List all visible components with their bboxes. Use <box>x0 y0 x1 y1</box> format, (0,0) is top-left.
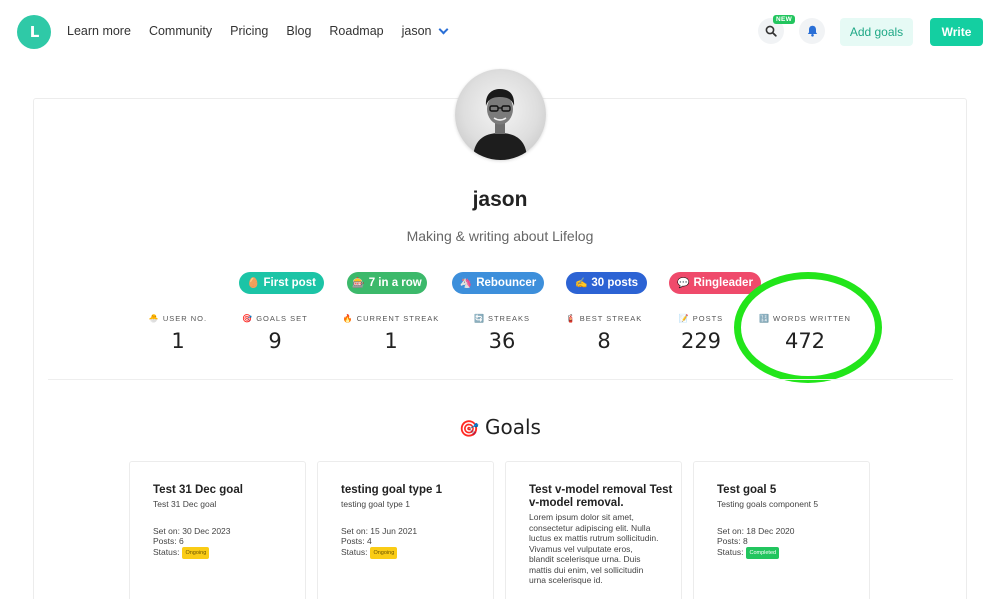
goal-set-on: Set on: 30 Dec 2023 <box>153 525 231 536</box>
highlight-circle <box>734 272 882 383</box>
goal-card[interactable]: Test 31 Dec goal Test 31 Dec goal Set on… <box>129 461 306 599</box>
stat-label: BEST STREAK <box>579 314 643 323</box>
egg-icon: 🥚 <box>247 277 260 289</box>
badge-label: Rebouncer <box>476 277 537 289</box>
nav-link-community[interactable]: Community <box>149 24 212 38</box>
goal-meta: Set on: 18 Dec 2020 Posts: 8 Status: Comp… <box>717 525 869 559</box>
writing-hand-icon: ✍️ <box>574 277 588 289</box>
goal-title: Test 31 Dec goal <box>153 484 243 496</box>
goal-card[interactable]: Test v-model removal Test v-model remova… <box>505 461 682 599</box>
badge-rebouncer[interactable]: 🦄 Rebouncer <box>452 272 544 294</box>
lifelog-logo[interactable]: L <box>17 15 51 49</box>
goal-posts: Posts: 6 <box>153 536 184 546</box>
user-menu[interactable]: jason <box>401 24 448 38</box>
goal-status-label: Status: <box>341 546 368 557</box>
stat-label: GOALS SET <box>256 314 308 323</box>
logo-icon: L <box>29 23 40 41</box>
badge-7-in-a-row[interactable]: 🎰 7 in a row <box>347 272 427 294</box>
goal-posts: Posts: 8 <box>717 536 748 546</box>
slot-machine-icon: 🎰 <box>352 277 365 289</box>
goal-meta: Set on: 30 Dec 2023 Posts: 6 Status: Ongo… <box>153 525 305 559</box>
new-badge: NEW <box>773 15 796 24</box>
badge-first-post[interactable]: 🥚 First post <box>239 272 324 294</box>
add-goals-button[interactable]: Add goals <box>840 18 913 46</box>
goal-set-on: Set on: 18 Dec 2020 <box>717 525 795 536</box>
badge-label: Ringleader <box>693 277 753 289</box>
user-menu-label: jason <box>401 24 432 38</box>
chevron-down-icon <box>438 24 448 34</box>
stat-label: POSTS <box>692 314 724 323</box>
search-icon <box>765 25 777 37</box>
stat-value: 9 <box>268 329 282 353</box>
chick-icon: 🐣 <box>148 314 160 323</box>
avatar <box>455 69 546 160</box>
repeat-icon: 🔄 <box>474 314 485 323</box>
target-icon: 🎯 <box>242 314 254 323</box>
badge-label: First post <box>263 277 316 289</box>
profile-username: jason <box>472 188 528 211</box>
goal-subtitle: Lorem ipsum dolor sit amet, consectetur … <box>529 512 659 585</box>
notifications-button[interactable] <box>799 18 825 44</box>
badge-label: 7 in a row <box>368 277 422 289</box>
nav-link-blog[interactable]: Blog <box>286 24 311 38</box>
unicorn-icon: 🦄 <box>459 277 473 289</box>
badge-30-posts[interactable]: ✍️ 30 posts <box>566 272 647 294</box>
target-icon: 🎯 <box>459 419 479 438</box>
goal-title: Test goal 5 <box>717 484 777 496</box>
write-button[interactable]: Write <box>930 18 983 46</box>
stat-goals-set: 🎯 GOALS SET 9 <box>215 314 335 353</box>
top-navigation: L Learn more Community Pricing Blog Road… <box>0 0 1000 64</box>
section-divider <box>48 379 953 380</box>
stat-label: STREAKS <box>487 314 530 323</box>
nav-link-pricing[interactable]: Pricing <box>230 24 268 38</box>
extinguisher-icon: 🧯 <box>565 314 577 323</box>
stat-value: 1 <box>384 329 398 353</box>
goal-card[interactable]: testing goal type 1 testing goal type 1 … <box>317 461 494 599</box>
status-badge: Completed <box>746 546 780 559</box>
goal-subtitle: Testing goals component 5 <box>717 499 819 509</box>
status-badge: Ongoing <box>182 546 210 559</box>
goal-status-label: Status: <box>153 546 180 557</box>
goal-title: testing goal type 1 <box>341 484 442 496</box>
profile-bio: Making & writing about Lifelog <box>406 228 594 244</box>
goal-card[interactable]: Test goal 5 Testing goals component 5 Se… <box>693 461 870 599</box>
stat-label: USER NO. <box>162 314 208 323</box>
goals-heading-label: Goals <box>484 415 541 439</box>
memo-icon: 📝 <box>678 314 690 323</box>
goal-set-on: Set on: 15 Jun 2021 <box>341 525 418 536</box>
speech-bubble-icon: 💬 <box>677 277 690 289</box>
goals-heading: 🎯 Goals <box>0 415 1000 439</box>
goal-status-label: Status: <box>717 546 744 557</box>
nav-link-learn-more[interactable]: Learn more <box>67 24 131 38</box>
goal-meta: Set on: 15 Jun 2021 Posts: 4 Status: Ongo… <box>341 525 493 559</box>
bell-icon <box>807 25 817 37</box>
badge-ringleader[interactable]: 💬 Ringleader <box>669 272 761 294</box>
nav-links: Learn more Community Pricing Blog Roadma… <box>67 24 465 38</box>
status-badge: Ongoing <box>370 546 398 559</box>
goal-subtitle: Test 31 Dec goal <box>153 499 217 509</box>
goal-status-row: Status: Completed <box>717 546 869 559</box>
badge-label: 30 posts <box>591 277 639 289</box>
goal-status-row: Status: Ongoing <box>153 546 305 559</box>
goal-title: Test v-model removal Test v-model remova… <box>529 484 673 509</box>
stat-current-streak: 🔥 CURRENT STREAK 1 <box>331 314 451 353</box>
goal-posts: Posts: 4 <box>341 536 372 546</box>
nav-link-roadmap[interactable]: Roadmap <box>329 24 383 38</box>
goal-status-row: Status: Ongoing <box>341 546 493 559</box>
goal-subtitle: testing goal type 1 <box>341 499 410 509</box>
fire-icon: 🔥 <box>342 314 354 323</box>
stat-label: CURRENT STREAK <box>356 314 440 323</box>
avatar-photo <box>473 89 527 160</box>
